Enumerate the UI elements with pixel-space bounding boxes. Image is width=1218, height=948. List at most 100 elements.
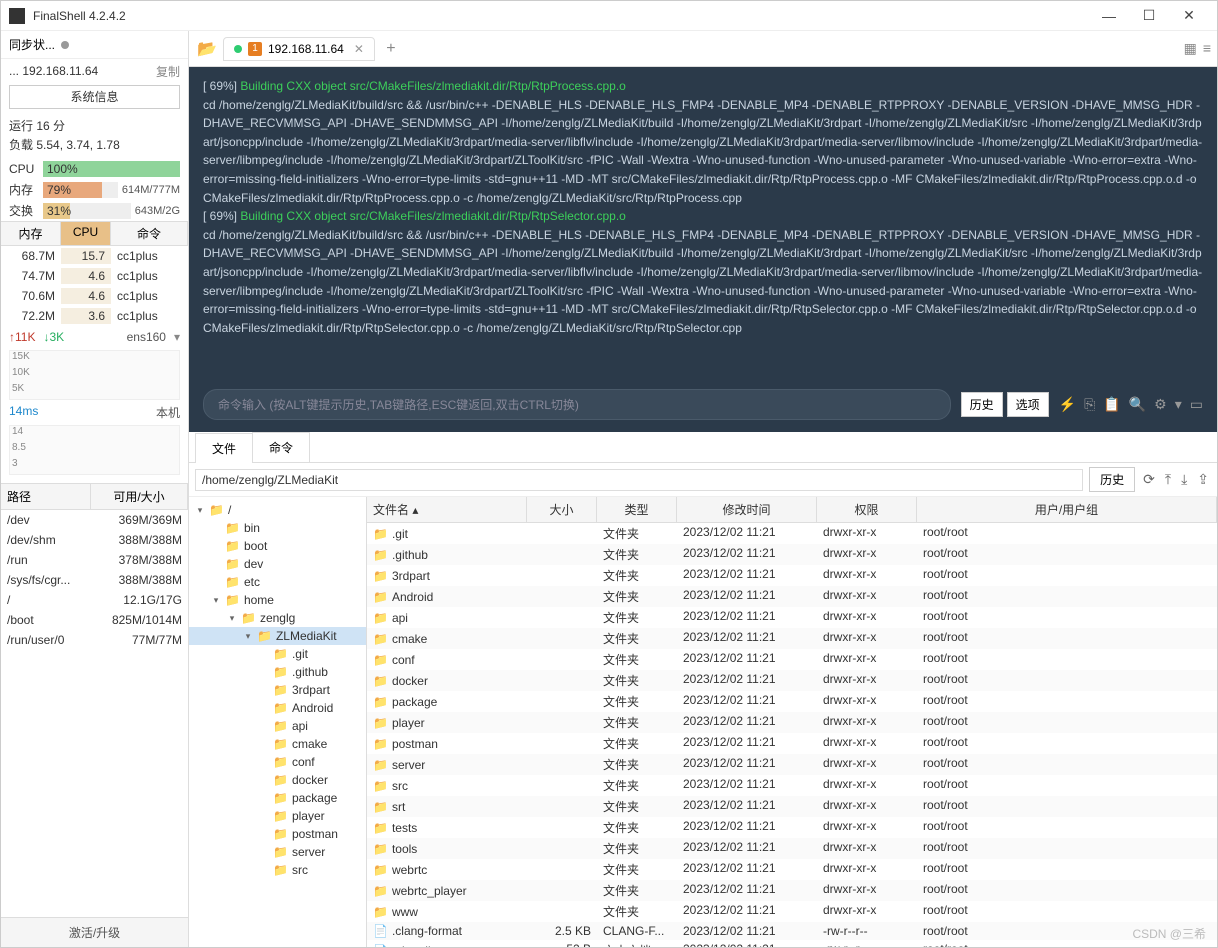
folder-icon: 📁	[373, 779, 388, 793]
tree-item[interactable]: 📁server	[189, 843, 366, 861]
file-row[interactable]: 📄.clang-format2.5 KBCLANG-F...2023/12/02…	[367, 922, 1217, 940]
filesystem-row[interactable]: /boot825M/1014M	[1, 610, 188, 630]
upload-icon[interactable]: ⤒	[1163, 471, 1173, 488]
options-button[interactable]: 选项	[1007, 392, 1049, 417]
command-tab[interactable]: 命令	[252, 432, 310, 462]
file-row[interactable]: 📁tests文件夹2023/12/02 11:21drwxr-xr-xroot/…	[367, 817, 1217, 838]
tree-item[interactable]: 📁3rdpart	[189, 681, 366, 699]
file-header-date[interactable]: 修改时间	[677, 497, 817, 522]
close-button[interactable]: ✕	[1169, 2, 1209, 30]
activate-button[interactable]: 激活/升级	[1, 917, 188, 947]
file-row[interactable]: 📁postman文件夹2023/12/02 11:21drwxr-xr-xroo…	[367, 733, 1217, 754]
tree-item[interactable]: ▾📁/	[189, 501, 366, 519]
tree-item[interactable]: 📁dev	[189, 555, 366, 573]
terminal[interactable]: [ 69%] Building CXX object src/CMakeFile…	[189, 67, 1217, 381]
filesystem-row[interactable]: /12.1G/17G	[1, 590, 188, 610]
tree-item[interactable]: 📁docker	[189, 771, 366, 789]
process-row[interactable]: 72.2M3.6cc1plus	[1, 306, 188, 326]
download-icon[interactable]: ⤓	[1179, 471, 1189, 488]
command-input[interactable]: 命令输入 (按ALT键提示历史,TAB键路径,ESC键返回,双击CTRL切换)	[203, 389, 951, 420]
refresh-icon[interactable]: ⟳	[1141, 471, 1157, 488]
chevron-down-icon[interactable]: ▾	[174, 330, 180, 344]
file-row[interactable]: 📁cmake文件夹2023/12/02 11:21drwxr-xr-xroot/…	[367, 628, 1217, 649]
file-tab[interactable]: 文件	[195, 433, 253, 463]
file-header-user[interactable]: 用户/用户组	[917, 497, 1217, 522]
minimize-button[interactable]: —	[1089, 2, 1129, 30]
folder-icon: 📁	[273, 701, 288, 715]
file-row[interactable]: 📁.git文件夹2023/12/02 11:21drwxr-xr-xroot/r…	[367, 523, 1217, 544]
copy-icon[interactable]: ⎘	[1084, 396, 1095, 413]
filesystem-row[interactable]: /run/user/077M/77M	[1, 630, 188, 650]
process-row[interactable]: 74.7M4.6cc1plus	[1, 266, 188, 286]
system-info-button[interactable]: 系统信息	[9, 85, 180, 109]
process-row[interactable]: 68.7M15.7cc1plus	[1, 246, 188, 266]
bolt-icon[interactable]: ⚡	[1059, 396, 1076, 413]
add-tab-button[interactable]: +	[379, 37, 403, 61]
paste-icon[interactable]: 📋	[1103, 396, 1120, 413]
tree-item[interactable]: 📁player	[189, 807, 366, 825]
file-row[interactable]: 📁Android文件夹2023/12/02 11:21drwxr-xr-xroo…	[367, 586, 1217, 607]
file-row[interactable]: 📁webrtc文件夹2023/12/02 11:21drwxr-xr-xroot…	[367, 859, 1217, 880]
maximize-button[interactable]: ☐	[1129, 2, 1169, 30]
filesystem-row[interactable]: /sys/fs/cgr...388M/388M	[1, 570, 188, 590]
tree-item[interactable]: 📁.git	[189, 645, 366, 663]
proc-header-mem[interactable]: 内存	[1, 222, 61, 245]
tree-item[interactable]: 📁.github	[189, 663, 366, 681]
tree-item[interactable]: 📁boot	[189, 537, 366, 555]
tree-item[interactable]: 📁etc	[189, 573, 366, 591]
filesystem-row[interactable]: /dev369M/369M	[1, 510, 188, 530]
file-row[interactable]: 📁docker文件夹2023/12/02 11:21drwxr-xr-xroot…	[367, 670, 1217, 691]
file-row[interactable]: 📁server文件夹2023/12/02 11:21drwxr-xr-xroot…	[367, 754, 1217, 775]
folder-icon: 📁	[241, 611, 256, 625]
file-header-type[interactable]: 类型	[597, 497, 677, 522]
filesystem-row[interactable]: /run378M/388M	[1, 550, 188, 570]
path-input[interactable]: /home/zenglg/ZLMediaKit	[195, 469, 1083, 491]
gear-icon[interactable]: ⚙	[1154, 396, 1167, 413]
file-row[interactable]: 📁api文件夹2023/12/02 11:21drwxr-xr-xroot/ro…	[367, 607, 1217, 628]
file-row[interactable]: 📁src文件夹2023/12/02 11:21drwxr-xr-xroot/ro…	[367, 775, 1217, 796]
directory-tree[interactable]: ▾📁/📁bin📁boot📁dev📁etc▾📁home▾📁zenglg▾📁ZLMe…	[189, 497, 367, 947]
proc-header-cmd[interactable]: 命令	[111, 222, 188, 245]
tree-item[interactable]: 📁postman	[189, 825, 366, 843]
fs-header-size[interactable]: 可用/大小	[91, 484, 188, 509]
path-history-button[interactable]: 历史	[1089, 467, 1135, 492]
copy-button[interactable]: 复制	[156, 63, 180, 80]
tree-item[interactable]: 📁src	[189, 861, 366, 879]
file-row[interactable]: 📁srt文件夹2023/12/02 11:21drwxr-xr-xroot/ro…	[367, 796, 1217, 817]
file-row[interactable]: 📁conf文件夹2023/12/02 11:21drwxr-xr-xroot/r…	[367, 649, 1217, 670]
tree-item[interactable]: ▾📁home	[189, 591, 366, 609]
grid-view-icon[interactable]: ▦	[1184, 40, 1197, 57]
tree-item[interactable]: 📁bin	[189, 519, 366, 537]
file-row[interactable]: 📁webrtc_player文件夹2023/12/02 11:21drwxr-x…	[367, 880, 1217, 901]
process-row[interactable]: 70.6M4.6cc1plus	[1, 286, 188, 306]
connection-tab[interactable]: 1 192.168.11.64 ✕	[223, 37, 375, 61]
file-header-size[interactable]: 大小	[527, 497, 597, 522]
tree-item[interactable]: ▾📁zenglg	[189, 609, 366, 627]
file-row[interactable]: 📁www文件夹2023/12/02 11:21drwxr-xr-xroot/ro…	[367, 901, 1217, 922]
tree-item[interactable]: 📁cmake	[189, 735, 366, 753]
chevron-down-icon[interactable]: ▾	[1175, 396, 1182, 413]
proc-header-cpu[interactable]: CPU	[61, 222, 111, 245]
file-header-perm[interactable]: 权限	[817, 497, 917, 522]
maximize-terminal-icon[interactable]: ▭	[1190, 396, 1203, 413]
tree-item[interactable]: ▾📁ZLMediaKit	[189, 627, 366, 645]
list-view-icon[interactable]: ≡	[1203, 40, 1211, 57]
open-folder-icon[interactable]: 📂	[195, 37, 219, 61]
tree-item[interactable]: 📁Android	[189, 699, 366, 717]
search-icon[interactable]: 🔍	[1129, 396, 1146, 413]
tree-item[interactable]: 📁api	[189, 717, 366, 735]
file-row[interactable]: 📁tools文件夹2023/12/02 11:21drwxr-xr-xroot/…	[367, 838, 1217, 859]
file-row[interactable]: 📁3rdpart文件夹2023/12/02 11:21drwxr-xr-xroo…	[367, 565, 1217, 586]
filesystem-row[interactable]: /dev/shm388M/388M	[1, 530, 188, 550]
tree-item[interactable]: 📁package	[189, 789, 366, 807]
tab-close-icon[interactable]: ✕	[354, 42, 364, 56]
file-row[interactable]: 📁package文件夹2023/12/02 11:21drwxr-xr-xroo…	[367, 691, 1217, 712]
upload2-icon[interactable]: ⇪	[1195, 471, 1211, 488]
file-row[interactable]: 📁player文件夹2023/12/02 11:21drwxr-xr-xroot…	[367, 712, 1217, 733]
file-row[interactable]: 📄.gitattributes52 B文本文档2023/12/02 11:21-…	[367, 940, 1217, 947]
file-header-name[interactable]: 文件名 ▴	[367, 497, 527, 522]
fs-header-path[interactable]: 路径	[1, 484, 91, 509]
tree-item[interactable]: 📁conf	[189, 753, 366, 771]
history-button[interactable]: 历史	[961, 392, 1003, 417]
file-row[interactable]: 📁.github文件夹2023/12/02 11:21drwxr-xr-xroo…	[367, 544, 1217, 565]
